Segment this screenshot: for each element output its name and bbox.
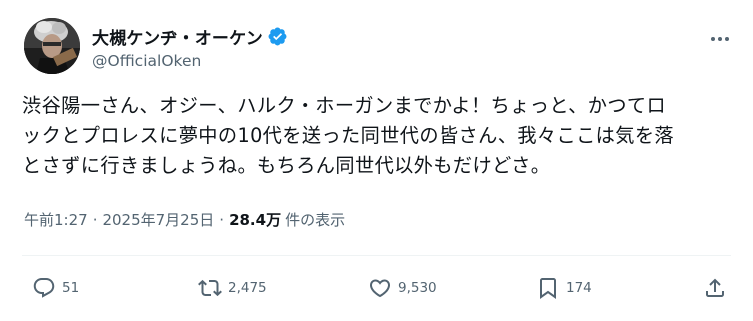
repost-button[interactable]: 2,475 — [198, 276, 267, 300]
like-count: 9,530 — [398, 280, 437, 296]
views-label: 件の表示 — [285, 211, 346, 229]
display-name[interactable]: 大槻ケンヂ・オーケン — [92, 24, 263, 49]
bookmark-icon — [536, 276, 560, 300]
post-date[interactable]: 2025年7月25日 — [102, 209, 214, 230]
author-handle[interactable]: @OfficialOken — [92, 52, 201, 70]
avatar[interactable] — [24, 18, 80, 74]
verified-badge-icon — [267, 26, 288, 47]
bookmark-count: 174 — [566, 280, 592, 296]
post-meta: 午前1:27 · 2025年7月25日 · 28.4万 件の表示 — [24, 209, 345, 230]
reply-button[interactable]: 51 — [32, 276, 79, 300]
post-text: 渋谷陽一さん、オジー、ハルク・ホーガンまでかよ！ちょっと、かつてロ ックとプロレ… — [22, 91, 734, 181]
like-button[interactable]: 9,530 — [368, 276, 437, 300]
reply-icon — [32, 276, 56, 300]
bookmark-button[interactable]: 174 — [536, 276, 592, 300]
post-text-line: 渋谷陽一さん、オジー、ハルク・ホーガンまでかよ！ちょっと、かつてロ — [22, 94, 667, 117]
share-icon — [703, 276, 727, 300]
meta-separator: · — [92, 210, 98, 229]
repost-icon — [198, 276, 222, 300]
tweet: 大槻ケンヂ・オーケン @OfficialOken 渋谷陽一さん、オジー、ハルク・… — [0, 0, 753, 321]
divider — [22, 255, 731, 256]
like-icon — [368, 276, 392, 300]
post-text-line: とさずに行きましょうね。もちろん同世代以外もだけどさ。 — [22, 154, 551, 177]
repost-count: 2,475 — [228, 280, 267, 296]
meta-separator: · — [219, 210, 225, 229]
post-time[interactable]: 午前1:27 — [24, 209, 88, 230]
author-name-row: 大槻ケンヂ・オーケン — [92, 24, 288, 49]
share-button[interactable] — [703, 276, 727, 300]
post-text-line: ックとプロレスに夢中の10代を送った同世代の皆さん、我々ここは気を落 — [22, 124, 675, 147]
more-icon[interactable] — [709, 28, 731, 50]
reply-count: 51 — [62, 280, 80, 296]
views-count: 28.4万 — [229, 211, 282, 229]
